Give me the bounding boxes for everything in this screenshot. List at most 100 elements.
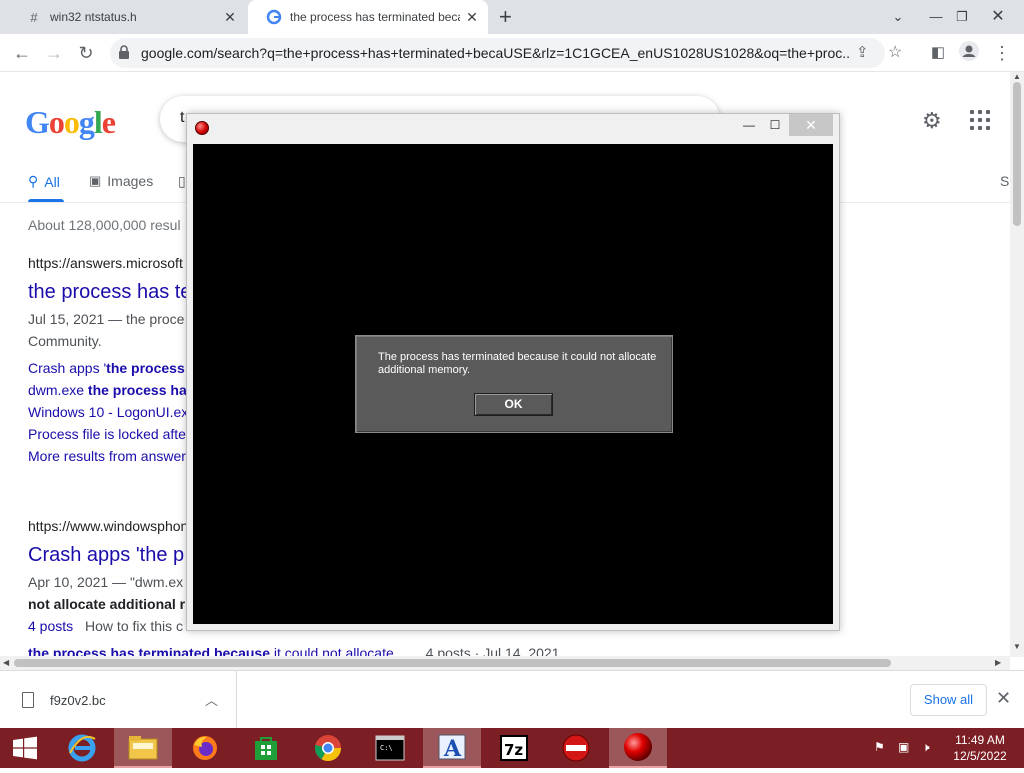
sub-result-bold: the process ha (87, 382, 187, 398)
tab-search-chevron-icon[interactable]: ⌄ (880, 0, 916, 34)
result-snippet: Community. (28, 333, 102, 349)
result-snippet: Apr 10, 2021 — "dwm.ex (28, 574, 184, 590)
result-title-link[interactable]: the process has te (28, 281, 191, 304)
browser-toolbar: ← → ↻ google.com/search?q=the+process+ha… (0, 34, 1024, 72)
windows-store-icon[interactable] (237, 728, 295, 768)
show-all-button[interactable]: Show all (910, 684, 987, 716)
red-ball-app-icon[interactable] (609, 728, 667, 768)
file-explorer-icon[interactable] (114, 728, 172, 768)
bookmark-star-icon[interactable]: ☆ (888, 42, 902, 62)
horizontal-scroll-thumb[interactable] (14, 659, 891, 667)
result-cite[interactable]: https://www.windowsphon (28, 518, 188, 534)
side-panel-icon[interactable]: ◧ (926, 41, 950, 65)
scroll-up-arrow-icon[interactable]: ▲ (1013, 72, 1021, 81)
scroll-down-arrow-icon[interactable]: ▼ (1013, 642, 1021, 651)
sub-result-bold: the process (106, 360, 185, 376)
back-arrow-icon[interactable]: ← (10, 41, 34, 65)
tab-close-icon[interactable]: ✕ (464, 9, 480, 25)
sub-result-link[interactable]: Crash apps 'the process (28, 360, 185, 376)
app-close-icon[interactable]: ✕ (789, 114, 833, 136)
7zip-icon[interactable]: 7z (485, 728, 543, 768)
tab-title: the process has terminated beca (290, 10, 460, 24)
vertical-scrollbar[interactable]: ▲ ▼ (1010, 72, 1024, 657)
forward-arrow-icon[interactable]: → (42, 41, 66, 65)
address-bar[interactable]: google.com/search?q=the+process+has+term… (110, 38, 902, 68)
more-results-link[interactable]: More results from answer (28, 448, 186, 464)
taskbar: C:\ A 7z ⚑ ▣ 🕨 11:49 AM 12/5/2022 (0, 728, 1024, 768)
volume-muted-icon[interactable]: 🕨 (922, 740, 930, 755)
url-text: google.com/search?q=the+process+has+term… (141, 45, 851, 61)
action-center-flag-icon[interactable]: ⚑ (874, 740, 885, 754)
result-snippet: Jul 15, 2021 — the proce (28, 311, 185, 327)
reload-icon[interactable]: ↻ (74, 41, 98, 65)
scroll-right-arrow-icon[interactable]: ▶ (995, 658, 1001, 667)
app-window-titlebar[interactable]: — ☐ ✕ (187, 114, 839, 144)
share-icon[interactable]: ⇪ (856, 43, 869, 61)
google-apps-grid-icon[interactable] (970, 110, 990, 130)
font-viewer-icon[interactable]: A (423, 728, 481, 768)
tab-images[interactable]: ▣ Images (89, 173, 153, 189)
app-window[interactable]: — ☐ ✕ The process has terminated because… (186, 113, 840, 631)
chrome-icon[interactable] (299, 728, 357, 768)
sub-result-link[interactable]: Process file is locked afte (28, 426, 186, 442)
app-canvas: The process has terminated because it co… (193, 144, 833, 624)
internet-explorer-icon[interactable] (53, 728, 111, 768)
download-shelf: f9z0v2.bc ︿ Show all ✕ (0, 670, 1024, 728)
new-tab-icon[interactable]: + (499, 6, 512, 28)
system-clock[interactable]: 11:49 AM 12/5/2022 (946, 732, 1014, 764)
result-stats: About 128,000,000 resul (28, 217, 181, 233)
scroll-left-arrow-icon[interactable]: ◀ (3, 658, 9, 667)
result-cite[interactable]: https://answers.microsoft (28, 255, 183, 271)
search-icon: ⚲ (28, 173, 39, 189)
error-message: The process has terminated because it co… (378, 351, 657, 376)
svg-text:A: A (443, 736, 462, 761)
browser-menu-icon[interactable]: ⋮ (990, 41, 1014, 65)
image-icon: ▣ (89, 173, 102, 188)
posts-count: 4 posts (28, 618, 74, 634)
search-query: t (180, 109, 185, 126)
svg-text:7z: 7z (504, 741, 523, 759)
sub-result-link[interactable]: Windows 10 - LogonUI.ex (28, 404, 188, 420)
network-icon[interactable]: ▣ (898, 740, 909, 754)
red-ball-icon (195, 121, 209, 135)
no-entry-icon[interactable] (547, 728, 605, 768)
windows-logo-icon (13, 736, 37, 760)
window-close-icon[interactable]: ✕ (980, 0, 1016, 34)
restore-icon[interactable]: ❐ (944, 0, 980, 34)
google-logo[interactable]: Google (25, 104, 116, 141)
sub-result-link[interactable]: dwm.exe the process ha (28, 382, 187, 398)
clock-date: 12/5/2022 (953, 749, 1007, 763)
posts-link[interactable]: 4 posts How to fix this c (28, 618, 183, 634)
tab-all[interactable]: ⚲ All (28, 173, 60, 190)
tab-close-icon[interactable]: ✕ (222, 9, 238, 25)
download-filename: f9z0v2.bc (50, 693, 106, 708)
tab-all-label: All (44, 173, 60, 190)
clock-time: 11:49 AM (955, 733, 1005, 747)
tab-more-icon[interactable]: ▯ (178, 173, 186, 190)
sub-result-text: Crash apps ' (28, 360, 107, 376)
profile-avatar-icon[interactable] (957, 41, 981, 65)
chevron-up-icon[interactable]: ︿ (205, 690, 218, 709)
download-item[interactable]: f9z0v2.bc ︿ (0, 671, 237, 728)
google-favicon-icon (266, 9, 282, 25)
result-title-link[interactable]: Crash apps 'the p (28, 544, 184, 567)
vertical-scroll-thumb[interactable] (1013, 82, 1021, 226)
hash-favicon-icon: # (30, 9, 38, 25)
sub-result-text: dwm.exe (28, 382, 88, 398)
posts-text: How to fix this c (85, 618, 184, 634)
browser-tab-strip: # win32 ntstatus.h ✕ the process has ter… (0, 0, 1024, 34)
ok-button[interactable]: OK (474, 393, 553, 416)
tab-title: win32 ntstatus.h (50, 10, 137, 24)
firefox-icon[interactable] (176, 728, 234, 768)
lock-icon (119, 45, 129, 59)
browser-tab-google-search[interactable]: the process has terminated beca ✕ (248, 0, 488, 34)
close-shelf-icon[interactable]: ✕ (996, 688, 1011, 709)
svg-text:C:\: C:\ (380, 744, 393, 752)
horizontal-scrollbar[interactable]: ◀ ▶ (0, 656, 1010, 670)
tab-tools[interactable]: S (1000, 173, 1009, 189)
command-prompt-icon[interactable]: C:\ (361, 728, 419, 768)
browser-tab-ntstatus[interactable]: # win32 ntstatus.h ✕ (8, 0, 246, 34)
settings-gear-icon[interactable]: ⚙ (922, 108, 942, 134)
tab-images-label: Images (107, 173, 154, 189)
start-button[interactable] (0, 728, 50, 768)
